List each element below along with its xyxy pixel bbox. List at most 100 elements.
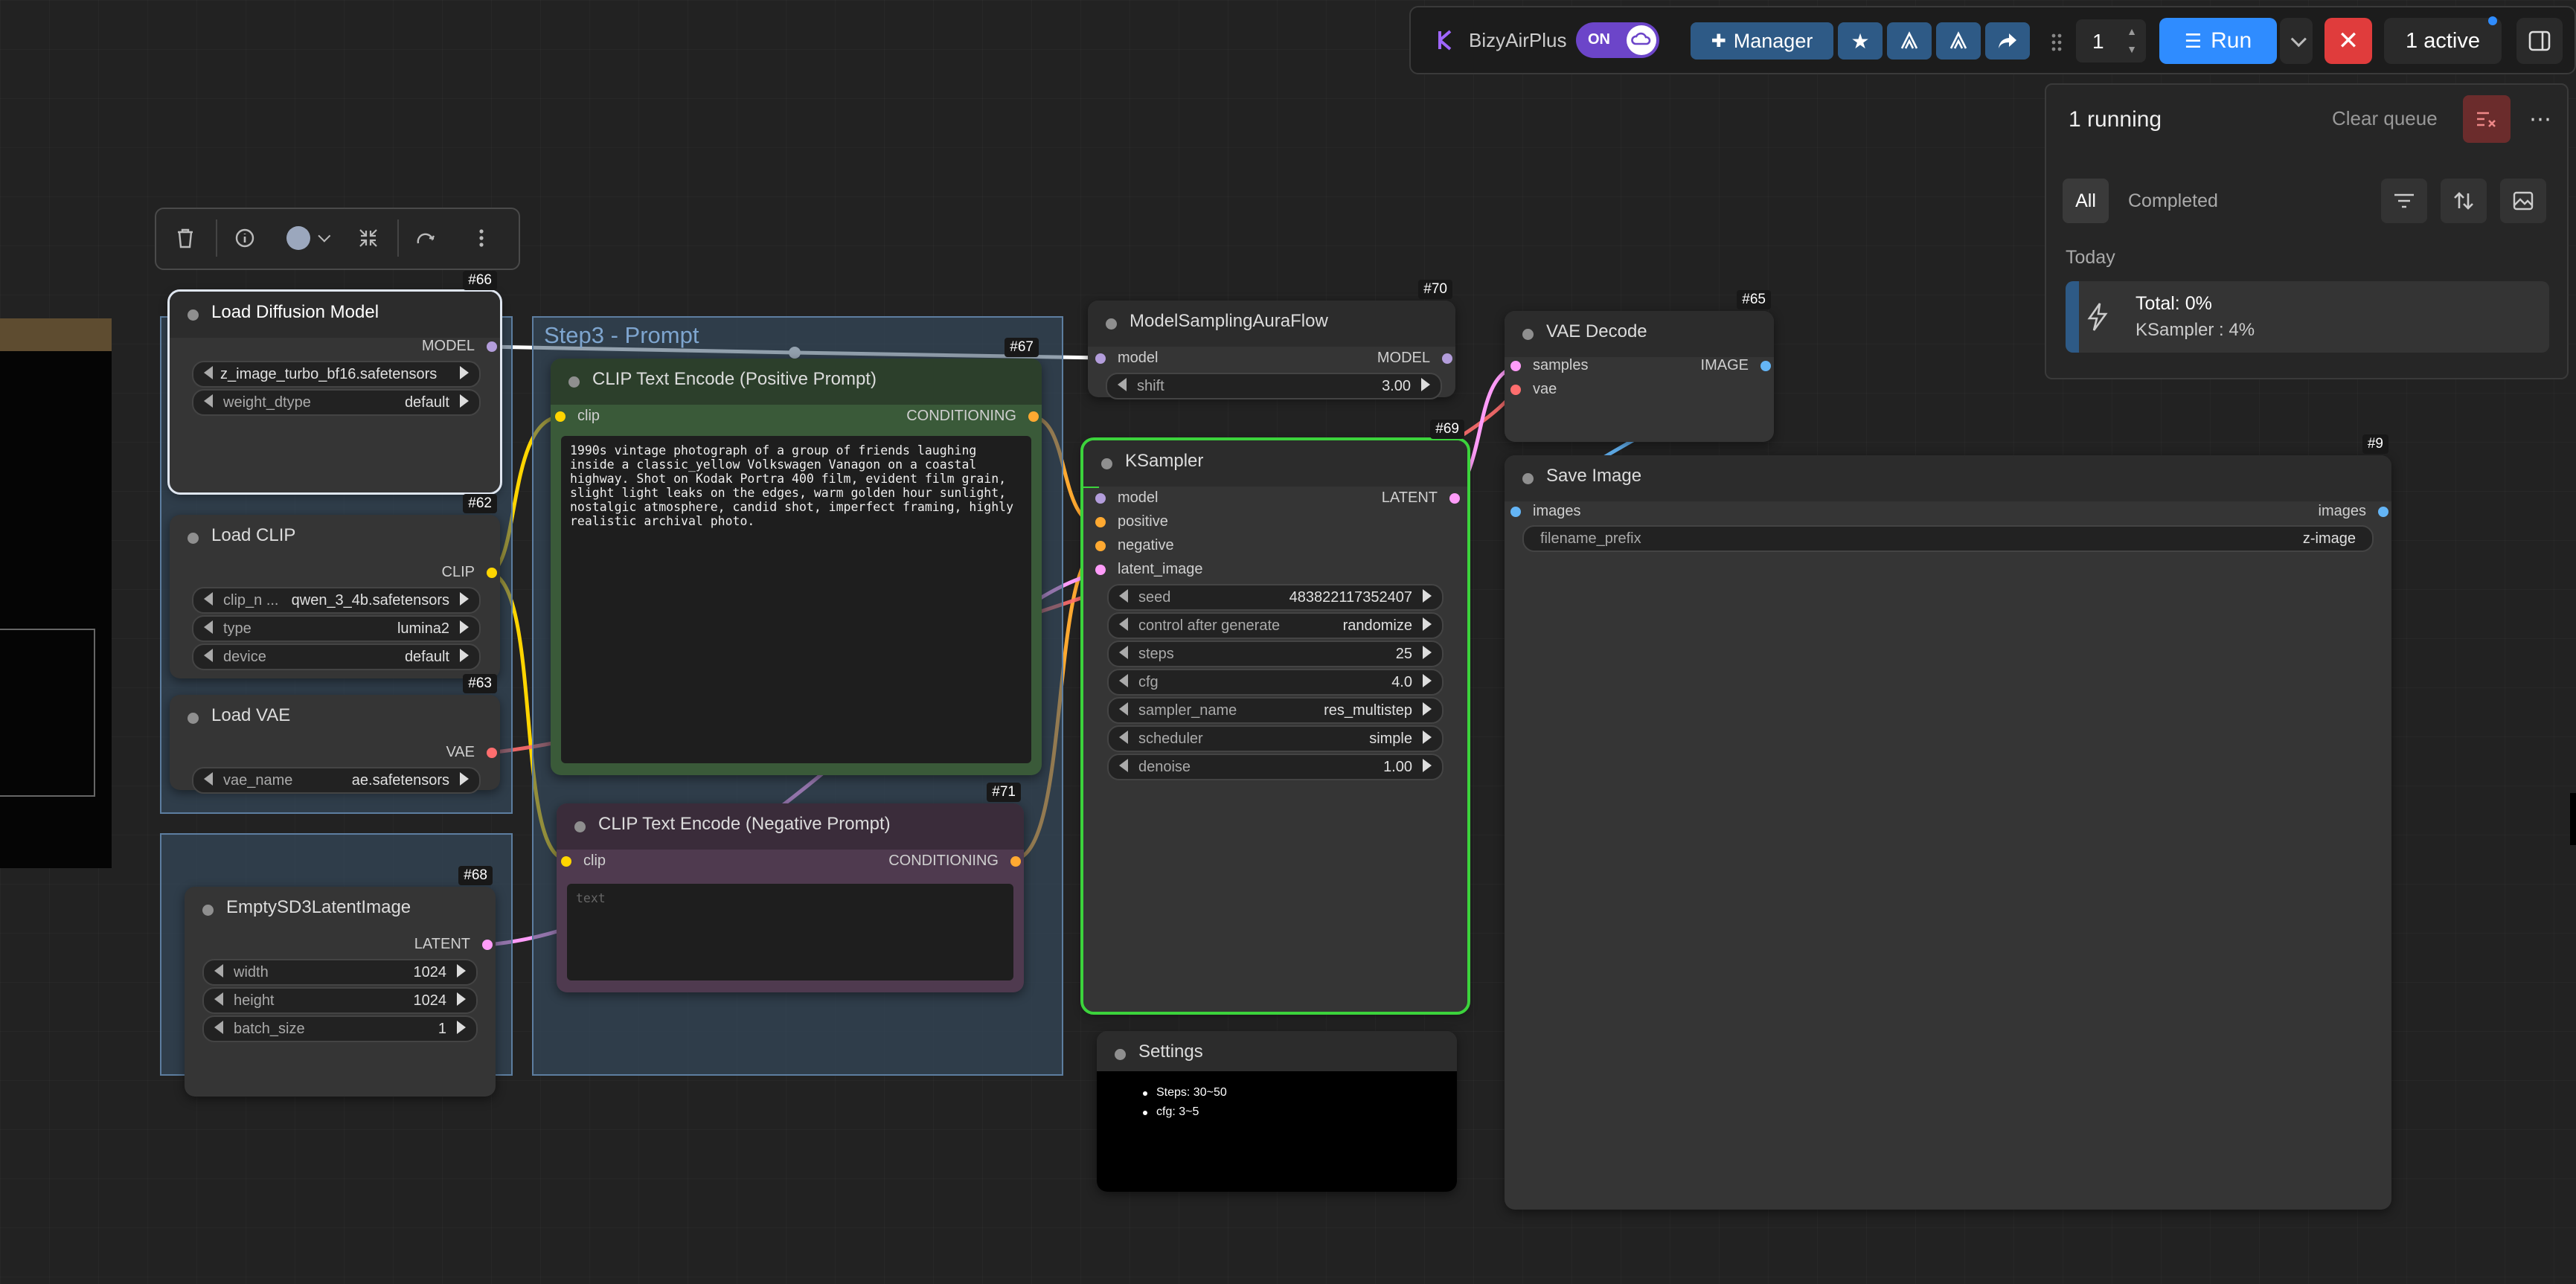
widget-device[interactable]: device default — [192, 643, 481, 670]
node-load-clip[interactable]: #62 Load CLIP CLIP clip_n ... qwen_3_4b.s… — [170, 494, 500, 678]
collapse-dot-icon[interactable] — [188, 713, 199, 724]
gallery-icon[interactable] — [2500, 179, 2546, 223]
node-title-bar[interactable]: CLIP Text Encode (Negative Prompt) — [557, 803, 1024, 850]
output-model[interactable]: MODEL — [1377, 350, 1452, 367]
node-vae-decode[interactable]: #65 VAE Decode samples vae IMAGE — [1505, 290, 1774, 442]
input-positive[interactable]: positive — [1095, 513, 1168, 530]
widget-sampler-name[interactable]: sampler_name res_multistep — [1107, 697, 1444, 724]
node-ksampler[interactable]: #69 KSampler model LATENT positive negat… — [1080, 420, 1470, 1015]
node-load-vae[interactable]: #63 Load VAE VAE vae_name ae.safetensors — [170, 674, 500, 794]
node-clip-text-encode-positive[interactable]: #67 CLIP Text Encode (Positive Prompt) c… — [551, 338, 1042, 775]
output-images[interactable]: images — [2319, 503, 2388, 520]
collapse-dot-icon[interactable] — [568, 376, 580, 388]
widget-clip-name[interactable]: clip_n ... qwen_3_4b.safetensors — [192, 587, 481, 614]
node-title-bar[interactable]: Load Diffusion Model — [170, 292, 500, 338]
input-model[interactable]: model — [1095, 350, 1158, 367]
widget-control-after-generate[interactable]: control after generate randomize — [1107, 612, 1444, 639]
node-title-bar[interactable]: KSampler — [1083, 440, 1467, 487]
info-icon[interactable] — [228, 221, 262, 255]
collapse-dot-icon[interactable] — [1106, 318, 1117, 330]
node-save-image[interactable]: #9 Save Image images images filename_pre… — [1505, 434, 2391, 1210]
collapse-dot-icon[interactable] — [188, 533, 199, 544]
collapse-dot-icon[interactable] — [574, 821, 586, 832]
color-circle-icon[interactable] — [277, 221, 336, 255]
collapse-dot-icon[interactable] — [1522, 473, 1534, 484]
running-job-card[interactable]: Total: 0% KSampler : 4% — [2066, 281, 2549, 353]
widget-batch-size[interactable]: batch_size 1 — [202, 1015, 478, 1042]
widget-type[interactable]: type lumina2 — [192, 615, 481, 642]
node-title-bar[interactable]: VAE Decode — [1505, 311, 1774, 357]
output-clip[interactable]: CLIP — [442, 564, 497, 581]
negative-prompt-textarea[interactable]: text — [567, 884, 1013, 980]
output-vae[interactable]: VAE — [446, 744, 497, 761]
node-load-diffusion-model[interactable]: #66 Load Diffusion Model MODEL z_image_t… — [167, 271, 502, 495]
clear-queue-icon[interactable] — [2463, 95, 2511, 143]
share-icon[interactable] — [1985, 22, 2030, 60]
widget-vae-name[interactable]: vae_name ae.safetensors — [192, 767, 481, 794]
widget-cfg[interactable]: cfg 4.0 — [1107, 669, 1444, 696]
queue-more-icon[interactable]: ⋯ — [2519, 95, 2561, 143]
node-title-bar[interactable]: ModelSamplingAuraFlow — [1088, 301, 1455, 347]
node-title-bar[interactable]: CLIP Text Encode (Positive Prompt) — [551, 359, 1042, 405]
redo-icon[interactable] — [409, 221, 443, 255]
star-icon[interactable]: ★ — [1838, 22, 1883, 60]
widget-scheduler[interactable]: scheduler simple — [1107, 725, 1444, 752]
widget-height[interactable]: height 1024 — [202, 987, 478, 1014]
node-title-bar[interactable]: Load VAE — [170, 695, 500, 741]
widget-seed[interactable]: seed 483822117352407 — [1107, 584, 1444, 611]
input-clip[interactable]: clip — [561, 853, 606, 870]
cancel-run-button[interactable]: ✕ — [2325, 18, 2372, 64]
input-vae[interactable]: vae — [1510, 381, 1557, 398]
input-negative[interactable]: negative — [1095, 537, 1174, 554]
node-title-bar[interactable]: Settings — [1097, 1031, 1457, 1077]
batch-count-input[interactable]: 1 ▲ ▼ — [2076, 19, 2146, 62]
collapse-icon[interactable] — [351, 221, 385, 255]
input-samples[interactable]: samples — [1510, 357, 1588, 374]
stepper-up-icon[interactable]: ▲ — [2127, 25, 2137, 37]
model-icon[interactable] — [1887, 22, 1932, 60]
node-title-bar[interactable]: EmptySD3LatentImage — [185, 887, 496, 933]
node-clip-text-encode-negative[interactable]: #71 CLIP Text Encode (Negative Prompt) c… — [557, 783, 1024, 992]
panel-toggle-icon[interactable] — [2516, 18, 2563, 64]
widget-weight-dtype[interactable]: weight_dtype default — [192, 389, 481, 416]
collapse-dot-icon[interactable] — [188, 309, 199, 321]
input-images[interactable]: images — [1510, 503, 1580, 520]
collapse-dot-icon[interactable] — [202, 905, 214, 916]
input-model[interactable]: model — [1095, 489, 1158, 507]
node-title-bar[interactable]: Save Image — [1505, 455, 2391, 501]
widget-unet-name[interactable]: z_image_turbo_bf16.safetensors — [192, 361, 481, 388]
active-queue-button[interactable]: 1 active — [2384, 18, 2502, 64]
clear-queue-label[interactable]: Clear queue — [2332, 107, 2438, 130]
manager-button[interactable]: ✚ Manager — [1691, 22, 1833, 60]
output-latent[interactable]: LATENT — [1382, 489, 1460, 507]
node-empty-latent-image[interactable]: #68 EmptySD3LatentImage LATENT width 1024… — [185, 866, 496, 1097]
tab-all[interactable]: All — [2063, 179, 2109, 223]
drag-handle-icon[interactable] — [2051, 33, 2063, 52]
input-latent-image[interactable]: latent_image — [1095, 561, 1203, 578]
widget-filename-prefix[interactable]: filename_prefix z-image — [1522, 525, 2374, 552]
collapse-dot-icon[interactable] — [1101, 458, 1112, 469]
prompt-textarea[interactable]: 1990s vintage photograph of a group of f… — [561, 436, 1031, 763]
node-model-sampling-auraflow[interactable]: #70 ModelSamplingAuraFlow model MODEL sh… — [1088, 280, 1455, 399]
run-button[interactable]: ☰ Run — [2159, 18, 2277, 64]
collapse-dot-icon[interactable] — [1115, 1049, 1126, 1060]
sort-icon[interactable] — [2441, 179, 2487, 223]
stepper-down-icon[interactable]: ▼ — [2127, 43, 2137, 55]
run-options-chevron-icon[interactable] — [2280, 18, 2313, 64]
output-model[interactable]: MODEL — [422, 338, 497, 355]
bizyair-toggle[interactable]: ON — [1576, 22, 1659, 58]
widget-steps[interactable]: steps 25 — [1107, 641, 1444, 667]
output-image[interactable]: IMAGE — [1701, 357, 1771, 374]
trash-icon[interactable] — [168, 221, 202, 255]
output-conditioning[interactable]: CONDITIONING — [906, 408, 1039, 425]
filter-icon[interactable] — [2381, 179, 2427, 223]
more-icon[interactable] — [464, 221, 499, 255]
node-title-bar[interactable]: Load CLIP — [170, 515, 500, 561]
tab-completed[interactable]: Completed — [2128, 190, 2218, 212]
widget-denoise[interactable]: denoise 1.00 — [1107, 754, 1444, 780]
collapse-dot-icon[interactable] — [1522, 329, 1534, 340]
output-latent[interactable]: LATENT — [414, 936, 493, 953]
output-conditioning[interactable]: CONDITIONING — [888, 853, 1021, 870]
model-alt-icon[interactable] — [1936, 22, 1981, 60]
widget-shift[interactable]: shift 3.00 — [1106, 373, 1442, 399]
